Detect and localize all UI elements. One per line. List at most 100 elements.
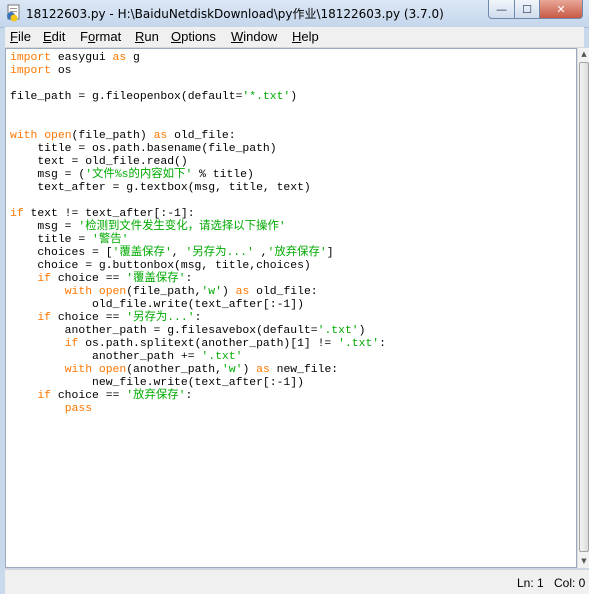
code-token: old_file.write(text_after[:-1]) — [10, 299, 304, 311]
minimize-button[interactable]: — — [488, 0, 515, 19]
menu-help[interactable]: Help — [292, 29, 319, 44]
code-token: new_file: — [269, 364, 339, 376]
code-string: '覆盖保存' — [112, 247, 172, 259]
title-bar[interactable]: 18122603.py - H:\BaiduNetdiskDownload\py… — [0, 0, 589, 28]
code-string: '覆盖保存' — [126, 273, 186, 285]
code-line: with open(file_path) as old_file: — [10, 130, 386, 143]
menu-options[interactable]: Options — [171, 29, 216, 44]
code-token: text_after = g.textbox(msg, title, text) — [10, 182, 311, 194]
code-keyword: as — [153, 130, 168, 142]
code-token: (another_path, — [126, 364, 222, 376]
code-token: text != text_after[:-1]: — [23, 208, 195, 220]
code-token: file_path = g.fileopenbox(default= — [10, 91, 243, 103]
code-line: new_file.write(text_after[:-1]) — [10, 377, 386, 390]
code-token: title = — [10, 234, 93, 246]
code-token: : — [185, 390, 193, 402]
vertical-scrollbar[interactable]: ▲ ▼ — [577, 48, 589, 568]
menu-bar: File Edit Format Run Options Window Help — [5, 27, 584, 48]
scrollbar-thumb[interactable] — [579, 62, 589, 552]
code-string: '放弃保存' — [126, 390, 186, 402]
code-string: '.txt' — [201, 351, 243, 363]
code-token: choice == — [51, 390, 127, 402]
code-line: text_after = g.textbox(msg, title, text) — [10, 182, 386, 195]
code-token: msg = — [10, 221, 79, 233]
menu-window[interactable]: Window — [231, 29, 277, 44]
code-token: ) — [358, 325, 366, 337]
code-editor[interactable]: import easygui as g import os file_path = … — [5, 48, 577, 568]
line-number: Ln: 1 — [517, 576, 544, 590]
code-keyword: open — [44, 130, 72, 142]
code-keyword: if — [64, 338, 79, 350]
code-line: import easygui as g — [10, 52, 386, 65]
scroll-down-arrow-icon[interactable]: ▼ — [578, 555, 589, 568]
code-string: '.txt' — [317, 325, 359, 337]
code-token: new_file.write(text_after[:-1]) — [10, 377, 304, 389]
code-line: if choice == '另存为...': — [10, 312, 386, 325]
code-token: : — [185, 273, 193, 285]
scroll-up-arrow-icon[interactable]: ▲ — [578, 48, 589, 61]
code-string: '*.txt' — [242, 91, 291, 103]
code-token: choices = [ — [10, 247, 113, 259]
code-token: choice == — [51, 312, 127, 324]
code-string: 'w' — [201, 286, 222, 298]
code-line: another_path += '.txt' — [10, 351, 386, 364]
code-token: , — [253, 247, 268, 259]
code-line: title = '警告' — [10, 234, 386, 247]
code-token: another_path += — [10, 351, 202, 363]
code-line: file_path = g.fileopenbox(default='*.txt… — [10, 91, 386, 104]
code-line: old_file.write(text_after[:-1]) — [10, 299, 386, 312]
maximize-button[interactable]: ☐ — [515, 0, 540, 19]
code-keyword: if — [37, 273, 52, 285]
python-idle-icon — [7, 4, 20, 22]
code-keyword: as — [235, 286, 250, 298]
code-token: os — [51, 65, 72, 77]
code-string: '警告' — [92, 234, 129, 246]
code-token: choice == — [51, 273, 127, 285]
code-token: os.path.splitext(another_path)[1] != — [78, 338, 339, 350]
code-token: easygui — [51, 52, 113, 64]
code-keyword: if — [10, 208, 24, 220]
code-string: '文件%s的内容如下' — [85, 169, 193, 181]
code-keyword: if — [37, 390, 52, 402]
code-token: : — [379, 338, 386, 350]
code-line: choice = g.buttonbox(msg, title,choices) — [10, 260, 386, 273]
code-string: '放弃保存' — [267, 247, 327, 259]
code-line: with open(another_path,'w') as new_file: — [10, 364, 386, 377]
status-bar: Ln: 1 Col: 0 — [5, 569, 589, 594]
code-token: g — [126, 52, 140, 64]
code-line: title = os.path.basename(file_path) — [10, 143, 386, 156]
code-token: text = old_file.read() — [10, 156, 188, 168]
code-keyword: with — [10, 130, 38, 142]
code-line: msg = ('文件%s的内容如下' % title) — [10, 169, 386, 182]
code-keyword: import — [10, 52, 52, 64]
code-token: , — [171, 247, 186, 259]
code-string: 'w' — [221, 364, 243, 376]
code-token: (file_path) — [71, 130, 154, 142]
code-token: title = os.path.basename(file_path) — [10, 143, 277, 155]
code-keyword: with — [64, 286, 93, 298]
code-line: if os.path.splitext(another_path)[1] != … — [10, 338, 386, 351]
code-token: old_file: — [167, 130, 236, 142]
menu-file[interactable]: File — [10, 29, 31, 44]
menu-format[interactable]: Format — [80, 29, 121, 44]
code-keyword: import — [10, 65, 52, 77]
menu-edit[interactable]: Edit — [43, 29, 65, 44]
code-keyword: if — [37, 312, 52, 324]
menu-run[interactable]: Run — [135, 29, 159, 44]
window-title: 18122603.py - H:\BaiduNetdiskDownload\py… — [26, 7, 444, 21]
code-token: % title) — [192, 169, 254, 181]
close-button[interactable]: ✕ — [540, 0, 583, 19]
code-line: import os — [10, 65, 386, 78]
code-string: '另存为...' — [126, 312, 195, 324]
code-token: ) — [290, 91, 298, 103]
code-line: text = old_file.read() — [10, 156, 386, 169]
code-token: msg = ( — [10, 169, 86, 181]
code-text[interactable]: import easygui as g import os file_path = … — [10, 52, 386, 416]
